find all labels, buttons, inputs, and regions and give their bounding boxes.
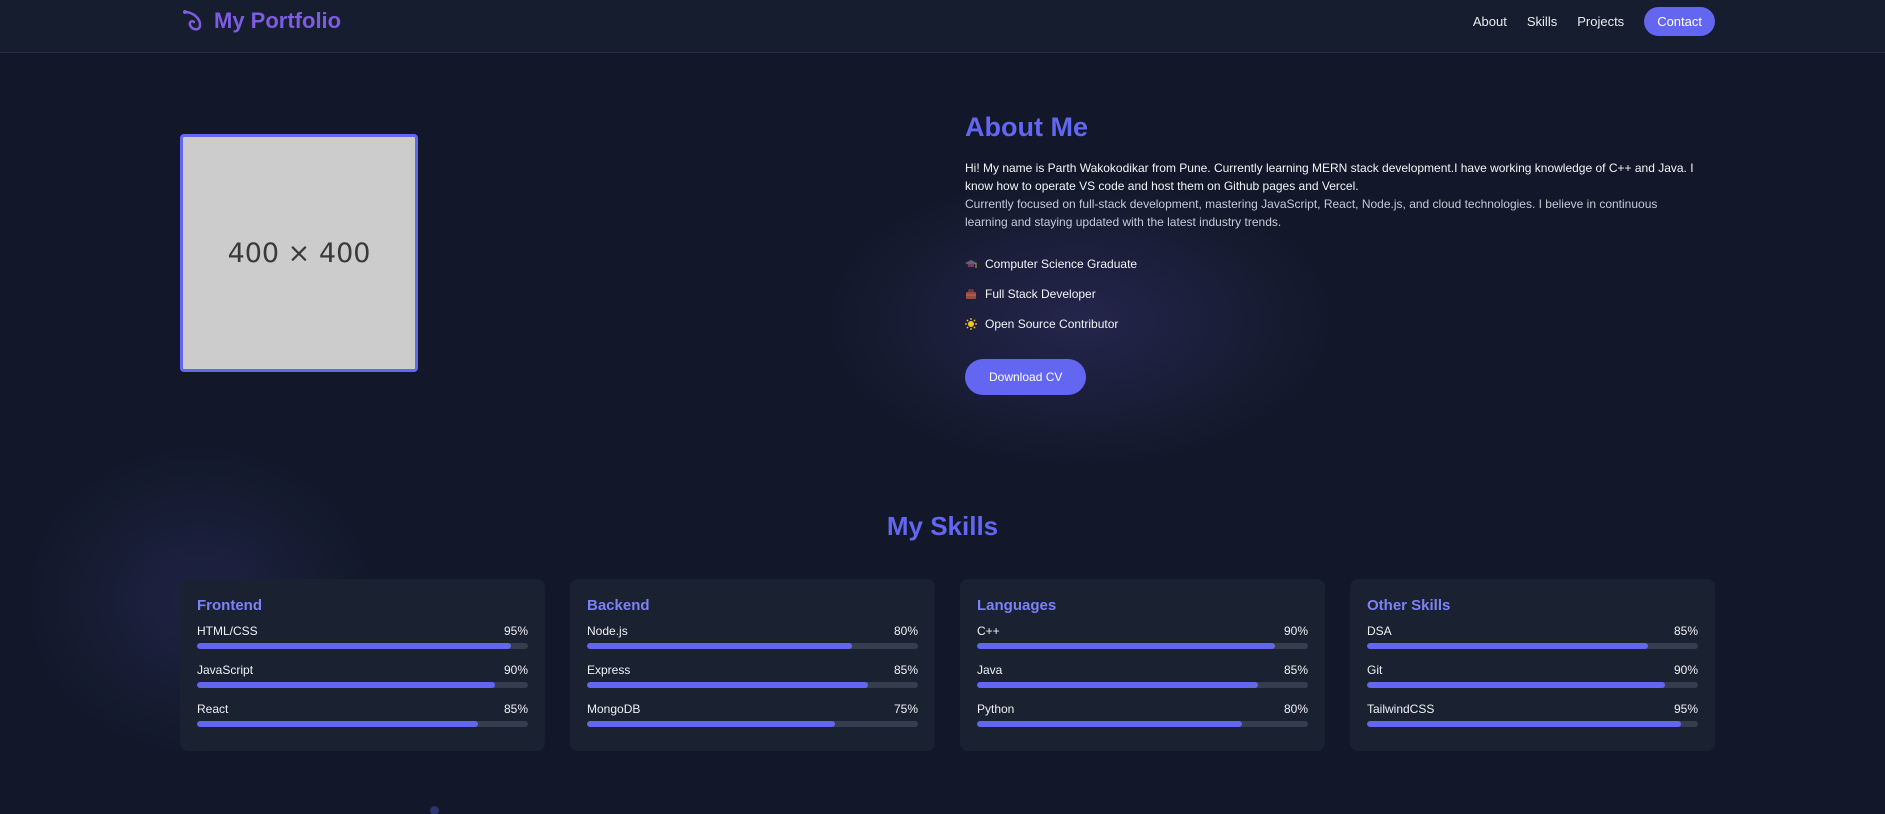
skill-label: C++ (977, 624, 1000, 638)
skill-bar-fill (587, 643, 852, 649)
skill-card-title: Other Skills (1367, 597, 1451, 614)
nav-about[interactable]: About (1473, 14, 1507, 29)
briefcase-icon (966, 289, 976, 299)
skill-bar-fill (977, 643, 1275, 649)
skill-percent: 90% (503, 663, 528, 677)
skill-item: Java 85% (977, 663, 1308, 688)
skill-label: JavaScript (197, 663, 254, 677)
rocket-icon (183, 10, 202, 31)
skill-label: DSA (1367, 624, 1392, 638)
skill-card-title: Languages (977, 597, 1057, 614)
skill-card-frontend: Frontend HTML/CSS 95% JavaScript 90% React… (180, 579, 545, 751)
about-focus: Currently focused on full-stack developm… (965, 197, 1658, 229)
skill-bar (977, 643, 1308, 649)
skill-label: Node.js (587, 624, 628, 638)
skill-item: React 85% (197, 702, 528, 727)
about-points: Computer Science Graduate Full Stack Dev… (965, 249, 1700, 339)
skill-bar (977, 682, 1308, 688)
skill-percent: 95% (1673, 702, 1698, 716)
skills-title: My Skills (886, 511, 999, 541)
skill-bar-fill (977, 721, 1242, 727)
skill-label: React (197, 702, 229, 716)
skill-bar (587, 643, 918, 649)
graduation-icon (965, 260, 977, 268)
skill-bar (587, 721, 918, 727)
about-point: Full Stack Developer (965, 279, 1700, 309)
about-intro: Hi! My name is Parth Wakokodikar from Pu… (965, 161, 1694, 193)
skill-item: MongoDB 75% (587, 702, 918, 727)
skill-label: TailwindCSS (1367, 702, 1435, 716)
skill-percent: 85% (893, 663, 918, 677)
skill-bar-fill (1367, 643, 1649, 649)
skill-card-backend: Backend Node.js 80% Express 85% MongoDB 75% (570, 579, 935, 751)
skill-bar (1367, 682, 1698, 688)
skill-label: Express (587, 663, 631, 677)
skill-bar (197, 682, 528, 688)
nav-skills[interactable]: Skills (1527, 14, 1557, 29)
skill-card-other: Other Skills DSA 85% Git 90% TailwindCSS 95… (1350, 579, 1715, 751)
skill-bar (1367, 643, 1698, 649)
about-title: About Me (965, 112, 1088, 142)
contact-button[interactable]: Contact (1644, 6, 1715, 36)
logo[interactable]: My Portfolio (180, 8, 341, 34)
skill-item: Python 80% (977, 702, 1308, 727)
skill-percent: 85% (503, 702, 528, 716)
skill-label: HTML/CSS (197, 624, 258, 638)
skill-percent: 90% (1673, 663, 1698, 677)
skill-bar-fill (197, 721, 479, 727)
skill-label: MongoDB (587, 702, 641, 716)
skill-bar-fill (197, 682, 495, 688)
skill-label: Java (977, 663, 1003, 677)
skill-bar-fill (1367, 721, 1682, 727)
about-point: Computer Science Graduate (965, 249, 1700, 279)
skill-bar (197, 721, 528, 727)
skill-bar (587, 682, 918, 688)
skill-percent: 75% (893, 702, 918, 716)
skill-item: Express 85% (587, 663, 918, 688)
download-cv-button[interactable]: Download CV (965, 359, 1087, 395)
skill-percent: 80% (893, 624, 918, 638)
skill-bar-fill (977, 682, 1259, 688)
skill-label: Python (977, 702, 1015, 716)
about-point: Open Source Contributor (965, 309, 1700, 339)
about-point-label: Computer Science Graduate (985, 257, 1138, 271)
main-nav: About Skills Projects Contact (1473, 6, 1715, 36)
skill-percent: 85% (1283, 663, 1308, 677)
site-header: My Portfolio About Skills Projects Conta… (0, 0, 1885, 53)
about-point-label: Full Stack Developer (985, 287, 1096, 301)
skill-card-title: Backend (587, 597, 650, 614)
skill-bar (1367, 721, 1698, 727)
skill-item: HTML/CSS 95% (197, 624, 528, 649)
skill-bar (197, 643, 528, 649)
skill-percent: 95% (503, 624, 528, 638)
skill-item: C++ 90% (977, 624, 1308, 649)
skill-percent: 80% (1283, 702, 1308, 716)
skill-bar-fill (587, 721, 836, 727)
skill-percent: 85% (1673, 624, 1698, 638)
skill-bar-fill (1367, 682, 1665, 688)
skill-card-title: Frontend (197, 597, 262, 614)
about-section: About Me Hi! My name is Parth Wakokodika… (965, 112, 1700, 395)
skill-item: Node.js 80% (587, 624, 918, 649)
skill-item: JavaScript 90% (197, 663, 528, 688)
about-point-label: Open Source Contributor (985, 317, 1119, 331)
placeholder-text: 400 × 400 (227, 237, 371, 269)
skill-bar-fill (587, 682, 869, 688)
profile-image-placeholder: 400 × 400 (180, 134, 418, 372)
skills-grid: Frontend HTML/CSS 95% JavaScript 90% React… (180, 579, 1715, 751)
skill-item: DSA 85% (1367, 624, 1698, 649)
logo-text: My Portfolio (214, 8, 342, 33)
skill-label: Git (1367, 663, 1383, 677)
decorative-dot (430, 806, 439, 814)
skill-bar (977, 721, 1308, 727)
skill-bar-fill (197, 643, 512, 649)
skill-item: TailwindCSS 95% (1367, 702, 1698, 727)
skill-item: Git 90% (1367, 663, 1698, 688)
skill-card-languages: Languages C++ 90% Java 85% Python 80% (960, 579, 1325, 751)
nav-projects[interactable]: Projects (1577, 14, 1624, 29)
skill-percent: 90% (1283, 624, 1308, 638)
sun-icon (965, 318, 977, 330)
